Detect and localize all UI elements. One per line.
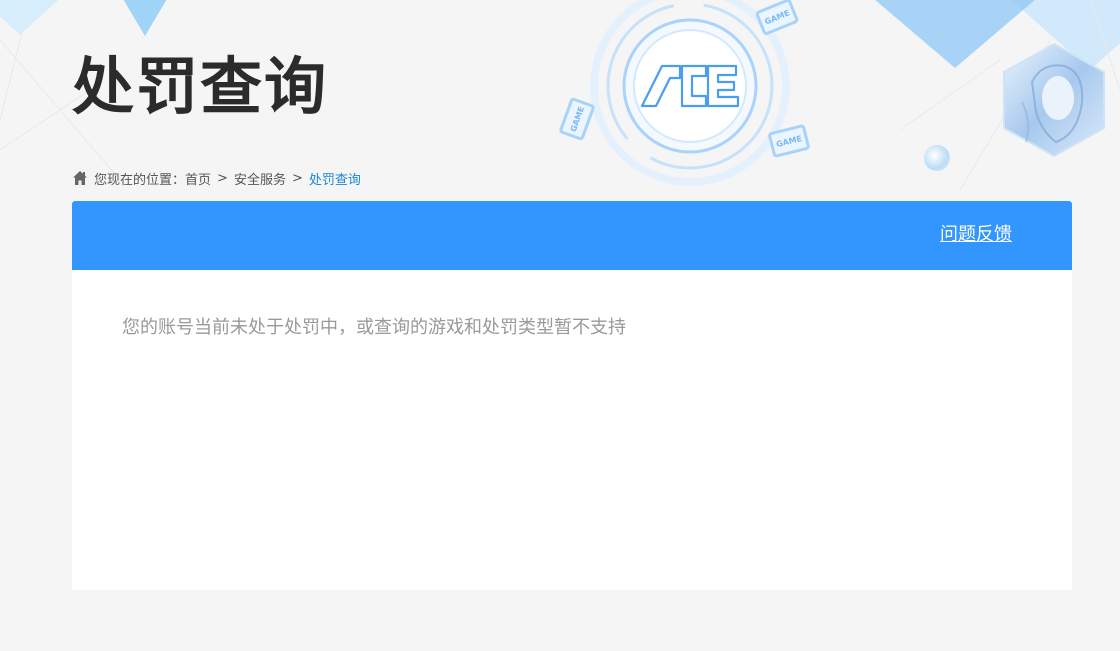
feedback-link[interactable]: 问题反馈 — [940, 223, 1012, 247]
breadcrumb-separator: > — [291, 170, 303, 186]
breadcrumb-item-current: 处罚查询 — [308, 172, 361, 188]
breadcrumb-item-security-services[interactable]: 安全服务 — [234, 169, 286, 188]
page-title: 处罚查询 — [72, 50, 329, 123]
breadcrumb-item-home[interactable]: 首页 — [185, 169, 211, 188]
panel-header: 问题反馈 — [72, 201, 1072, 270]
breadcrumb-prefix: 您现在的位置： — [94, 172, 186, 188]
home-icon — [73, 171, 87, 185]
game-badge-text: GAME — [763, 7, 791, 27]
character-portrait-image — [1003, 42, 1105, 158]
breadcrumb-separator: > — [217, 170, 228, 186]
breadcrumb: 您现在的位置： 首页 > 安全服务 > 处罚查询 — [72, 168, 361, 188]
game-badge-text: GAME — [775, 133, 803, 149]
result-message: 您的账号当前未处于处罚中，或查询的游戏和处罚类型暂不支持 — [122, 317, 626, 338]
decorative-orb — [924, 145, 950, 171]
result-panel: 问题反馈 您的账号当前未处于处罚中，或查询的游戏和处罚类型暂不支持 — [72, 201, 1072, 590]
game-badge-text: GAME — [568, 105, 586, 133]
